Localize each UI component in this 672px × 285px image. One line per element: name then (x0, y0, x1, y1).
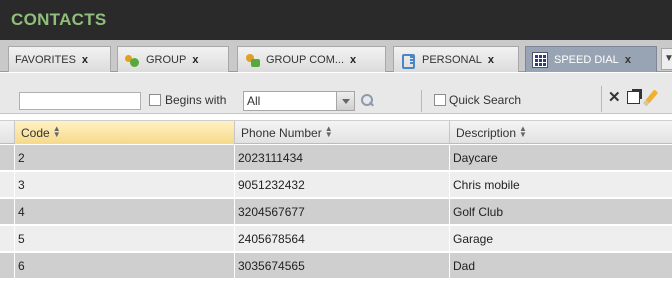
filter-select[interactable]: All (243, 91, 355, 111)
table-row[interactable]: 5 2405678564 Garage (0, 226, 672, 252)
table-header: Code ▲ ▼ Phone Number ▲ ▼ Description ▲ ▼ (0, 120, 672, 144)
group-icon (124, 52, 140, 68)
table-row[interactable]: 6 3035674565 Dad (0, 253, 672, 279)
toolbar-divider (601, 86, 602, 112)
tab-group-common[interactable]: GROUP COM... x (237, 46, 386, 72)
tab-label: PERSONAL (422, 53, 482, 66)
contacts-titlebar: CONTACTS (0, 0, 672, 40)
tab-group[interactable]: GROUP x (117, 46, 229, 72)
code-cell: 6 (14, 253, 234, 279)
speed-dial-grid-icon (532, 51, 548, 68)
table-row[interactable]: 3 9051232432 Chris mobile (0, 172, 672, 198)
close-tab-speed-dial-button[interactable]: x (625, 54, 631, 66)
filter-select-value: All (247, 94, 261, 108)
popout-icon[interactable] (627, 89, 642, 104)
search-icon[interactable] (360, 93, 374, 107)
phone-number-cell: 3035674565 (234, 253, 449, 279)
close-tab-group-button[interactable]: x (192, 54, 198, 66)
code-cell: 3 (14, 172, 234, 198)
quick-search-label: Quick Search (449, 93, 522, 107)
chevron-down-icon[interactable] (336, 92, 354, 110)
code-cell: 2 (14, 145, 234, 171)
phone-number-cell: 3204567677 (234, 199, 449, 225)
description-cell: Dad (449, 253, 672, 279)
sort-icon: ▲ ▼ (52, 124, 61, 139)
directory-tab-strip: FAVORITES x GROUP x GROUP COM... x PERSO… (0, 40, 672, 72)
column-header-code[interactable]: Code ▲ ▼ (14, 121, 234, 144)
sort-icon: ▲ ▼ (324, 124, 333, 139)
tab-label: SPEED DIAL (554, 53, 619, 66)
close-tab-group-common-button[interactable]: x (350, 54, 356, 66)
close-tab-personal-button[interactable]: x (488, 54, 494, 66)
tab-overflow-menu-button[interactable]: ▼ (661, 48, 672, 70)
phone-number-cell: 2023111434 (234, 145, 449, 171)
table-row[interactable]: 2 2023111434 Daycare (0, 145, 672, 171)
tab-label: FAVORITES (15, 53, 76, 66)
column-header-description[interactable]: Description ▲ ▼ (449, 121, 672, 144)
description-cell: Daycare (449, 145, 672, 171)
panel-title: CONTACTS (11, 10, 107, 29)
column-header-phone-number[interactable]: Phone Number ▲ ▼ (234, 121, 449, 144)
table-row[interactable]: 4 3204567677 Golf Club (0, 199, 672, 225)
quick-search-checkbox[interactable] (434, 94, 446, 106)
tab-personal[interactable]: PERSONAL x (393, 46, 519, 72)
begins-with-label: Begins with (165, 93, 227, 107)
phone-number-cell: 9051232432 (234, 172, 449, 198)
close-tab-favorites-button[interactable]: x (82, 54, 88, 66)
phone-number-cell: 2405678564 (234, 226, 449, 252)
tab-favorites[interactable]: FAVORITES x (8, 46, 111, 72)
personal-directory-icon (400, 52, 416, 69)
tab-label: GROUP (146, 53, 187, 66)
description-cell: Golf Club (449, 199, 672, 225)
clear-icon[interactable]: ✕ (608, 88, 621, 106)
toolbar-divider (421, 90, 422, 112)
tab-label: GROUP COM... (266, 53, 345, 66)
search-toolbar: Begins with All Quick Search ✕ (0, 73, 672, 114)
begins-with-checkbox[interactable] (149, 94, 161, 106)
code-cell: 5 (14, 226, 234, 252)
speed-dial-table: Code ▲ ▼ Phone Number ▲ ▼ Description ▲ ▼ 2 20… (0, 120, 672, 285)
sort-icon: ▲ ▼ (519, 124, 527, 139)
edit-icon[interactable] (642, 89, 659, 107)
search-input[interactable] (19, 92, 141, 110)
description-cell: Garage (449, 226, 672, 252)
description-cell: Chris mobile (449, 172, 672, 198)
group-common-icon (244, 52, 260, 68)
code-cell: 4 (14, 199, 234, 225)
tab-speed-dial[interactable]: SPEED DIAL x (525, 46, 657, 72)
